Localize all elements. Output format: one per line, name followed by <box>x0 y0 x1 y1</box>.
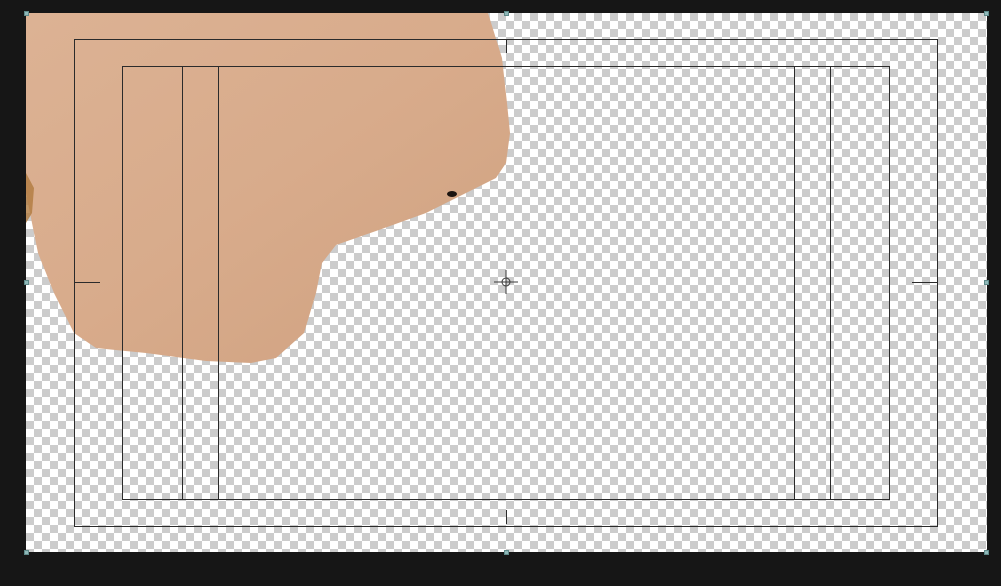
center-tick-top <box>506 39 507 53</box>
transform-handle-middle-left[interactable] <box>24 280 29 285</box>
torn-paper-shape <box>26 13 510 363</box>
center-tick-right <box>912 282 938 283</box>
dark-speck <box>447 191 457 197</box>
guide-line-left-1 <box>182 66 183 500</box>
center-tick-bottom <box>506 510 507 524</box>
guide-line-right-2 <box>830 66 831 500</box>
transform-handle-middle-right[interactable] <box>984 280 989 285</box>
transform-handle-bottom-center[interactable] <box>504 550 509 555</box>
guide-line-left-2 <box>218 66 219 500</box>
transform-handle-top-right[interactable] <box>984 11 989 16</box>
guide-line-right-1 <box>794 66 795 500</box>
workspace <box>0 0 1001 586</box>
center-tick-left <box>74 282 100 283</box>
transform-handle-top-left[interactable] <box>24 11 29 16</box>
transform-handle-bottom-left[interactable] <box>24 550 29 555</box>
transform-handle-bottom-right[interactable] <box>984 550 989 555</box>
transform-handle-top-center[interactable] <box>504 11 509 16</box>
transform-pivot-icon[interactable] <box>494 270 518 294</box>
